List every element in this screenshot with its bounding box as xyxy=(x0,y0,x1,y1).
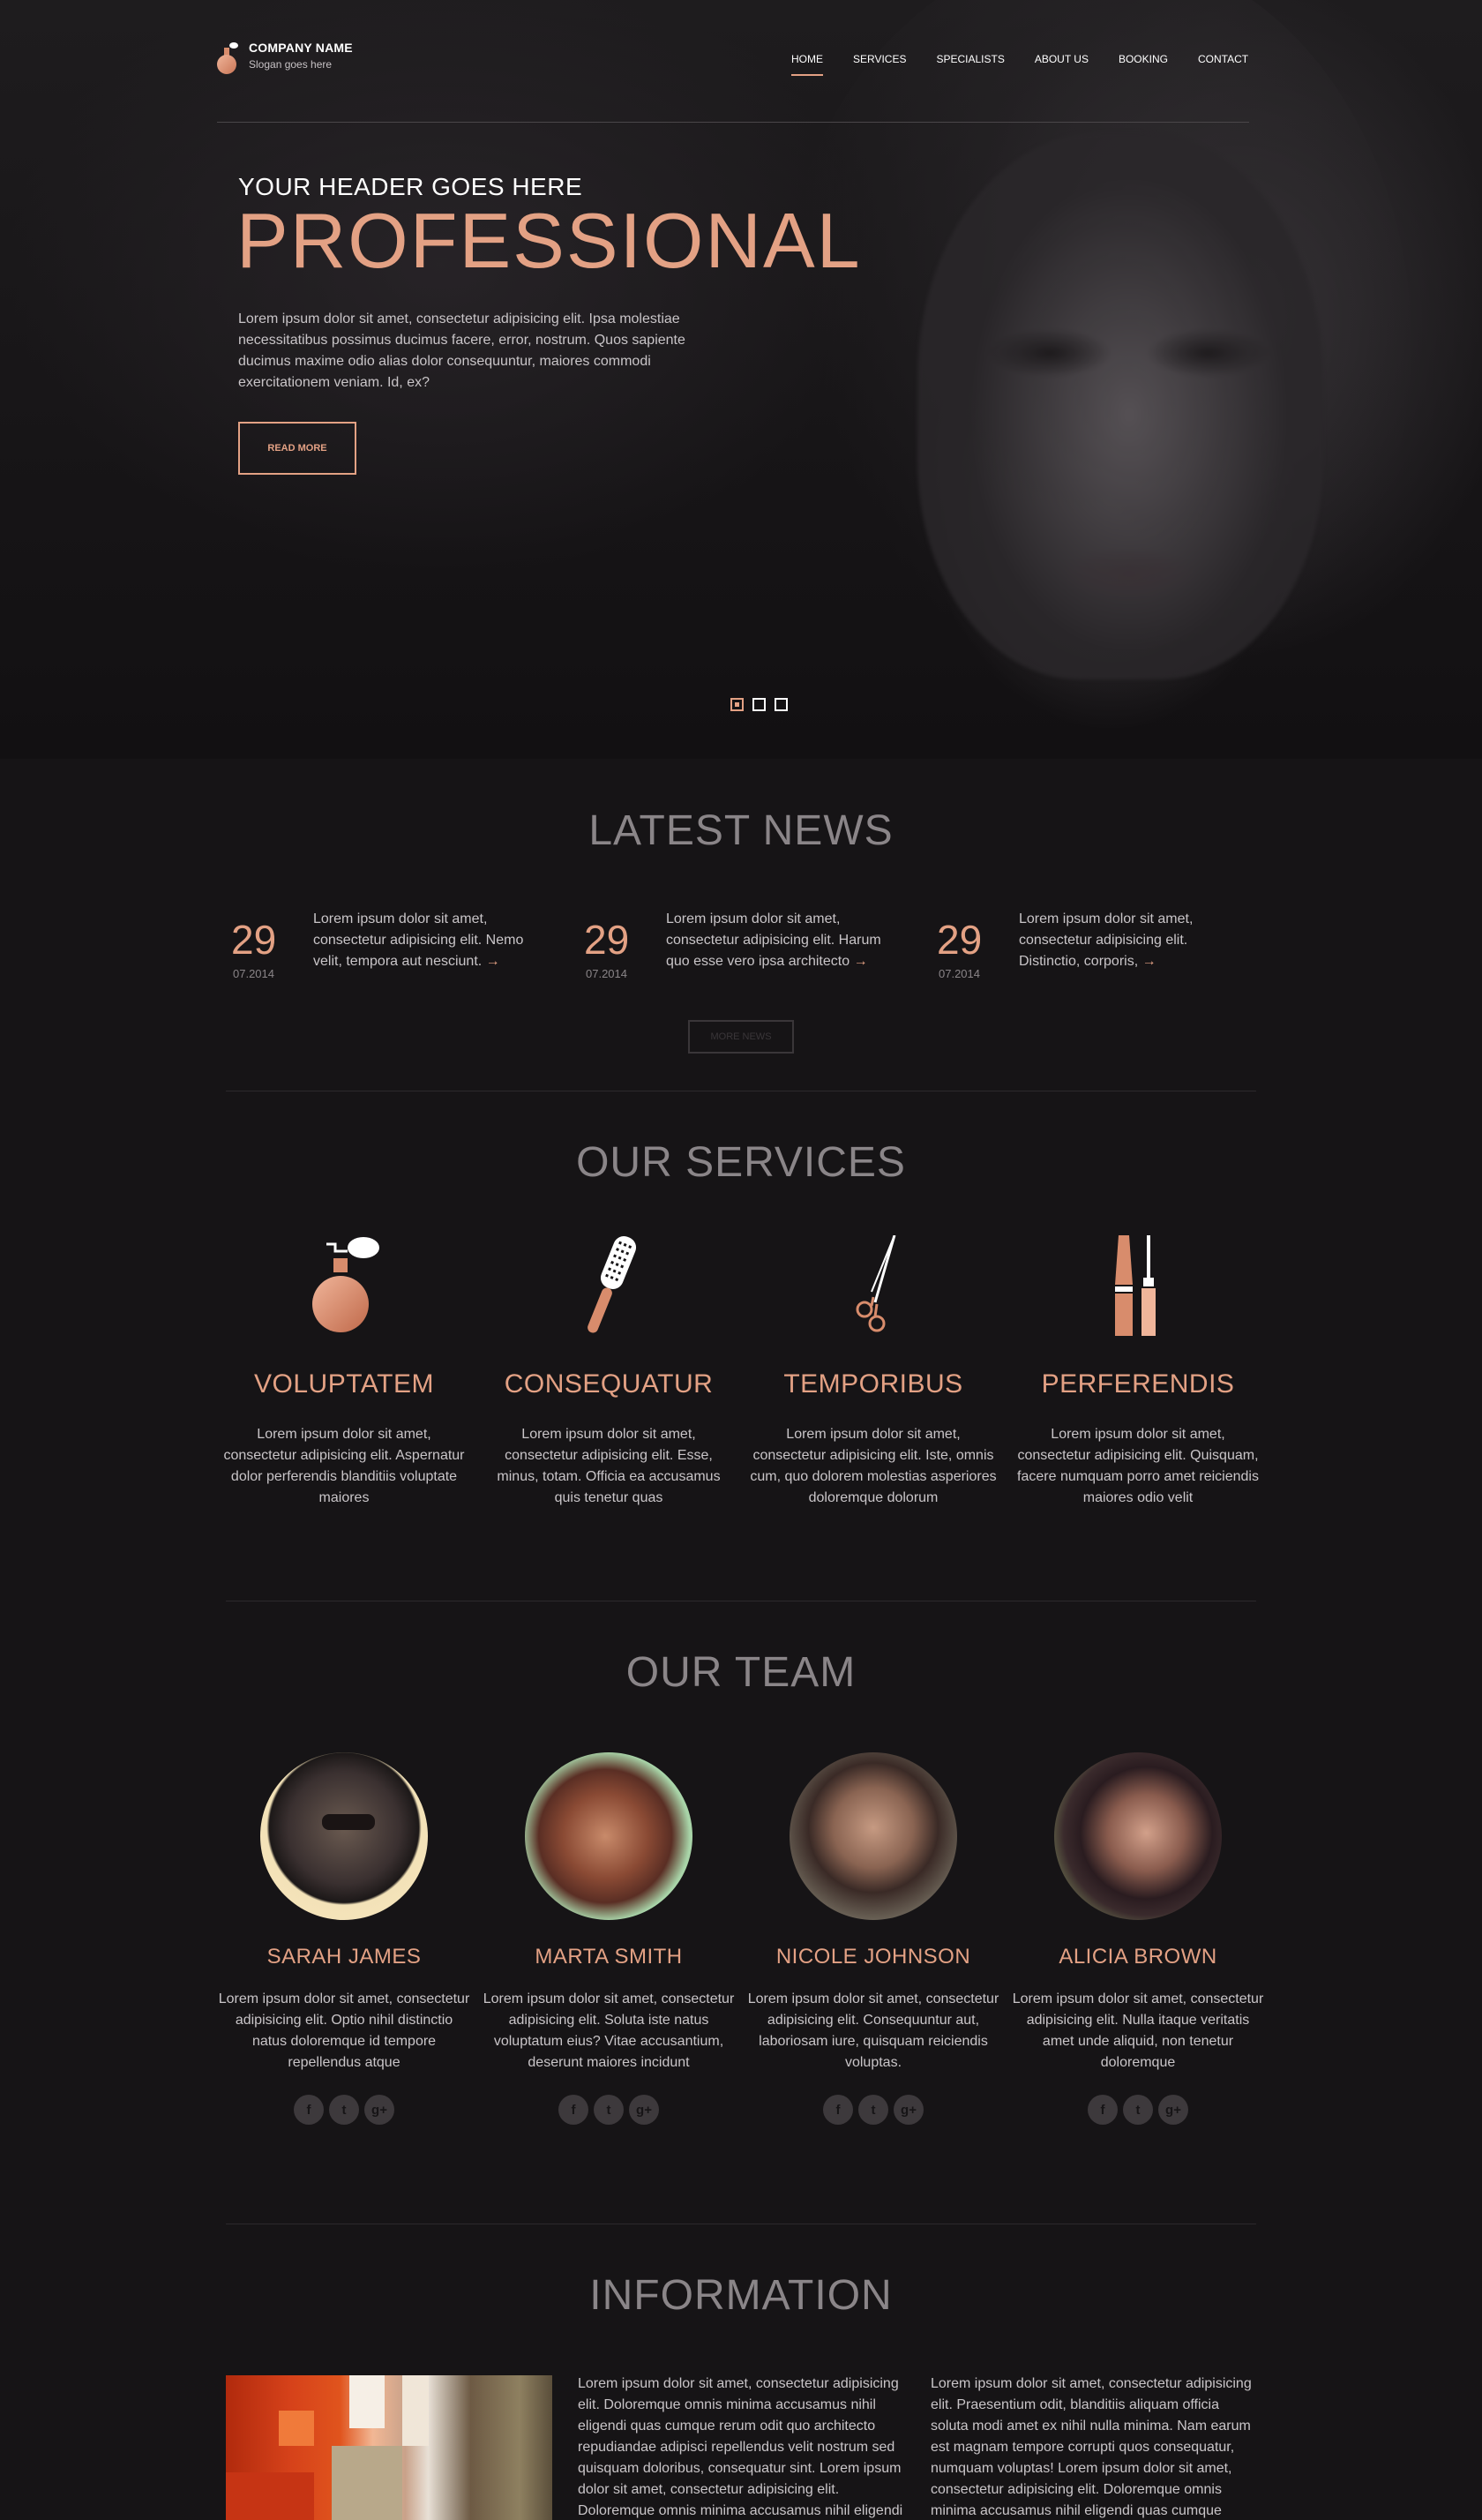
avatar[interactable] xyxy=(525,1752,692,1920)
perfume-icon xyxy=(291,1235,397,1341)
facebook-icon[interactable]: f xyxy=(823,2095,853,2125)
nav-home[interactable]: HOME xyxy=(776,53,838,78)
news-day: 29 xyxy=(937,917,983,963)
google-plus-icon[interactable]: g+ xyxy=(364,2095,394,2125)
hero-slider: COMPANY NAME Slogan goes here HOME SERVI… xyxy=(0,0,1482,759)
header-divider xyxy=(217,122,1249,123)
member-name: MARTA SMITH xyxy=(535,1945,683,1969)
slider-dot-3[interactable] xyxy=(775,698,788,711)
service-text: Lorem ipsum dolor sit amet, consectetur … xyxy=(750,1427,997,1505)
slider-dot-1[interactable] xyxy=(730,698,744,711)
main-nav: HOME SERVICES SPECIALISTS ABOUT US BOOKI… xyxy=(776,53,1263,78)
twitter-icon[interactable]: t xyxy=(858,2095,888,2125)
member-name: ALICIA BROWN xyxy=(1059,1945,1217,1969)
twitter-icon[interactable]: t xyxy=(1123,2095,1153,2125)
member-text: Lorem ipsum dolor sit amet, consectetur … xyxy=(747,1991,999,2070)
information-text-column: Lorem ipsum dolor sit amet, consectetur … xyxy=(578,2376,903,2518)
twitter-icon[interactable]: t xyxy=(594,2095,624,2125)
social-links: f t g+ xyxy=(212,2095,476,2125)
arrow-right-icon[interactable]: → xyxy=(854,954,868,969)
facebook-icon[interactable]: f xyxy=(558,2095,588,2125)
news-day: 29 xyxy=(584,917,630,963)
information-image xyxy=(226,2375,552,2520)
service-name: PERFERENDIS xyxy=(1041,1369,1235,1399)
service-name: CONSEQUATUR xyxy=(504,1369,714,1399)
google-plus-icon[interactable]: g+ xyxy=(894,2095,924,2125)
service-name: TEMPORIBUS xyxy=(783,1369,963,1399)
service-text: Lorem ipsum dolor sit amet, consectetur … xyxy=(497,1427,721,1505)
slider-pagination xyxy=(730,698,788,711)
avatar[interactable] xyxy=(1054,1752,1222,1920)
team-member-card: SARAH JAMES Lorem ipsum dolor sit amet, … xyxy=(212,1752,476,2125)
arrow-right-icon[interactable]: → xyxy=(486,954,500,969)
read-more-button[interactable]: READ MORE xyxy=(238,422,356,475)
member-name: NICOLE JOHNSON xyxy=(775,1945,971,1969)
information-section-title: INFORMATION xyxy=(589,2272,893,2319)
news-date: 07.2014 xyxy=(939,967,980,980)
member-name: SARAH JAMES xyxy=(266,1945,422,1969)
team-section-title: OUR TEAM xyxy=(625,1649,857,1696)
facebook-icon[interactable]: f xyxy=(1088,2095,1118,2125)
news-date: 07.2014 xyxy=(233,967,274,980)
nav-services[interactable]: SERVICES xyxy=(838,53,921,78)
service-name: VOLUPTATEM xyxy=(254,1369,434,1399)
hero-title: PROFESSIONAL xyxy=(236,197,862,284)
company-slogan: Slogan goes here xyxy=(249,58,333,71)
team-member-card: ALICIA BROWN Lorem ipsum dolor sit amet,… xyxy=(1006,1752,1270,2125)
nav-booking[interactable]: BOOKING xyxy=(1104,53,1183,78)
company-name: COMPANY NAME xyxy=(249,41,353,55)
news-text: Lorem ipsum dolor sit amet, consectetur … xyxy=(1019,911,1194,969)
news-date: 07.2014 xyxy=(586,967,627,980)
member-text: Lorem ipsum dolor sit amet, consectetur … xyxy=(1012,1991,1264,2070)
hairbrush-icon xyxy=(556,1235,662,1341)
scissors-icon xyxy=(820,1234,926,1341)
nav-specialists[interactable]: SPECIALISTS xyxy=(921,53,1019,78)
social-links: f t g+ xyxy=(1006,2095,1270,2125)
service-card: VOLUPTATEM Lorem ipsum dolor sit amet, c… xyxy=(212,1235,476,1509)
google-plus-icon[interactable]: g+ xyxy=(1158,2095,1188,2125)
slider-dot-2[interactable] xyxy=(752,698,766,711)
services-section-title: OUR SERVICES xyxy=(576,1139,906,1186)
service-card: PERFERENDIS Lorem ipsum dolor sit amet, … xyxy=(1006,1235,1270,1509)
service-text: Lorem ipsum dolor sit amet, consectetur … xyxy=(223,1427,465,1505)
service-text: Lorem ipsum dolor sit amet, consectetur … xyxy=(1017,1427,1259,1505)
social-links: f t g+ xyxy=(741,2095,1006,2125)
news-day: 29 xyxy=(231,917,277,963)
nav-about-us[interactable]: ABOUT US xyxy=(1020,53,1104,78)
twitter-icon[interactable]: t xyxy=(329,2095,359,2125)
information-text-column: Lorem ipsum dolor sit amet, consectetur … xyxy=(931,2376,1252,2518)
team-member-card: MARTA SMITH Lorem ipsum dolor sit amet, … xyxy=(476,1752,741,2125)
news-text: Lorem ipsum dolor sit amet, consectetur … xyxy=(313,911,524,969)
news-text: Lorem ipsum dolor sit amet, consectetur … xyxy=(666,911,881,969)
member-text: Lorem ipsum dolor sit amet, consectetur … xyxy=(218,1991,470,2070)
hero-text: Lorem ipsum dolor sit amet, consectetur … xyxy=(238,311,685,390)
perfume-logo-icon xyxy=(215,41,242,79)
news-section-title: LATEST NEWS xyxy=(588,807,894,854)
nav-contact[interactable]: CONTACT xyxy=(1183,53,1263,78)
arrow-right-icon[interactable]: → xyxy=(1142,954,1156,969)
avatar[interactable] xyxy=(260,1752,428,1920)
google-plus-icon[interactable]: g+ xyxy=(629,2095,659,2125)
facebook-icon[interactable]: f xyxy=(294,2095,324,2125)
member-text: Lorem ipsum dolor sit amet, consectetur … xyxy=(483,1991,735,2070)
service-card: CONSEQUATUR Lorem ipsum dolor sit amet, … xyxy=(476,1235,741,1509)
avatar[interactable] xyxy=(790,1752,957,1920)
social-links: f t g+ xyxy=(476,2095,741,2125)
brand[interactable]: COMPANY NAME Slogan goes here xyxy=(215,41,353,79)
team-member-card: NICOLE JOHNSON Lorem ipsum dolor sit ame… xyxy=(741,1752,1006,2125)
more-news-button[interactable]: MORE NEWS xyxy=(688,1020,794,1054)
service-card: TEMPORIBUS Lorem ipsum dolor sit amet, c… xyxy=(741,1234,1006,1509)
makeup-icon xyxy=(1085,1235,1191,1341)
hero-portrait-image xyxy=(917,132,1323,679)
